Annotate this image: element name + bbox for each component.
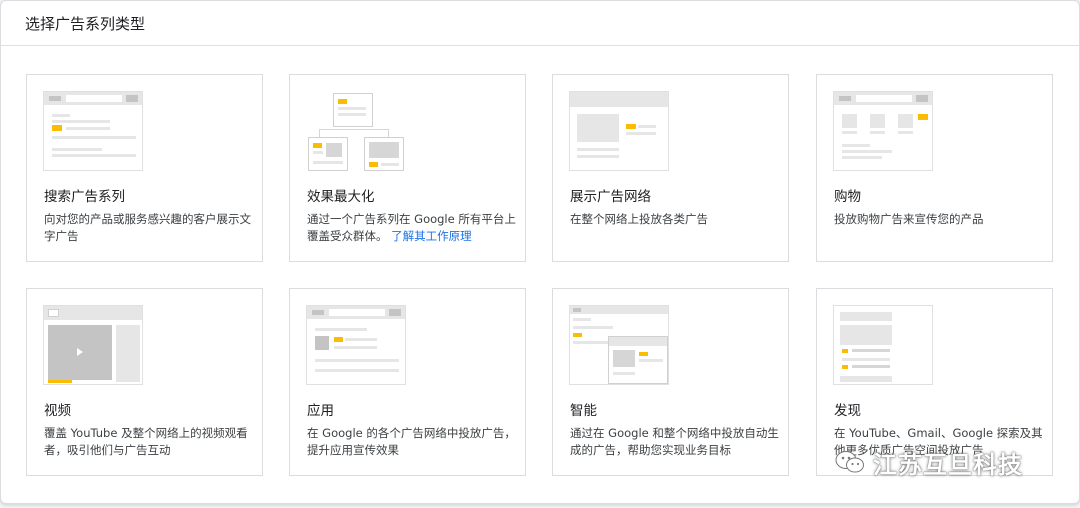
search-thumbnail (43, 91, 143, 171)
card-title: 购物 (834, 189, 861, 205)
campaign-type-panel: 选择广告系列类型 搜索广告系列 向对您的产品或服务感兴趣的客户展示文字广告 效果… (0, 0, 1080, 504)
card-description: 投放购物广告来宣传您的产品 (834, 212, 984, 226)
card-description: 通过在 Google 和整个网络中投放自动生成的广告，帮助您实现业务目标 (570, 426, 779, 457)
card-title: 应用 (307, 403, 334, 419)
wechat-logo-icon (835, 449, 865, 475)
card-display[interactable]: 展示广告网络 在整个网络上投放各类广告 (552, 74, 789, 262)
card-description: 通过一个广告系列在 Google 所有平台上覆盖受众群体。 了解其工作原理 (307, 211, 517, 244)
watermark: 江苏互旦科技 (835, 440, 1023, 484)
card-title: 效果最大化 (307, 189, 375, 205)
learn-how-it-works-link[interactable]: 了解其工作原理 (391, 229, 472, 243)
card-title: 智能 (570, 403, 597, 419)
card-search[interactable]: 搜索广告系列 向对您的产品或服务感兴趣的客户展示文字广告 (26, 74, 263, 262)
card-shopping[interactable]: 购物 投放购物广告来宣传您的产品 (816, 74, 1053, 262)
video-thumbnail (43, 305, 143, 385)
card-smart[interactable]: 智能 通过在 Google 和整个网络中投放自动生成的广告，帮助您实现业务目标 (552, 288, 789, 476)
panel-title: 选择广告系列类型 (1, 1, 1079, 46)
card-performance-max[interactable]: 效果最大化 通过一个广告系列在 Google 所有平台上覆盖受众群体。 了解其工… (289, 74, 526, 262)
card-description: 在整个网络上投放各类广告 (570, 212, 708, 226)
watermark-text: 江苏互旦科技 (873, 450, 1023, 479)
card-title: 搜索广告系列 (44, 189, 125, 205)
card-title: 视频 (44, 403, 71, 419)
card-description: 向对您的产品或服务感兴趣的客户展示文字广告 (44, 212, 251, 243)
performance-max-thumbnail (306, 91, 406, 171)
card-title: 发现 (834, 403, 861, 419)
card-title: 展示广告网络 (570, 189, 651, 205)
card-video[interactable]: 视频 覆盖 YouTube 及整个网络上的视频观看者，吸引他们与广告互动 (26, 288, 263, 476)
card-description: 覆盖 YouTube 及整个网络上的视频观看者，吸引他们与广告互动 (44, 426, 248, 457)
app-thumbnail (306, 305, 406, 385)
discovery-thumbnail (833, 305, 933, 385)
shopping-thumbnail (833, 91, 933, 171)
card-app[interactable]: 应用 在 Google 的各个广告网络中投放广告，提升应用宣传效果 (289, 288, 526, 476)
display-thumbnail (569, 91, 669, 171)
card-description: 在 Google 的各个广告网络中投放广告，提升应用宣传效果 (307, 426, 516, 457)
smart-thumbnail (569, 305, 669, 385)
